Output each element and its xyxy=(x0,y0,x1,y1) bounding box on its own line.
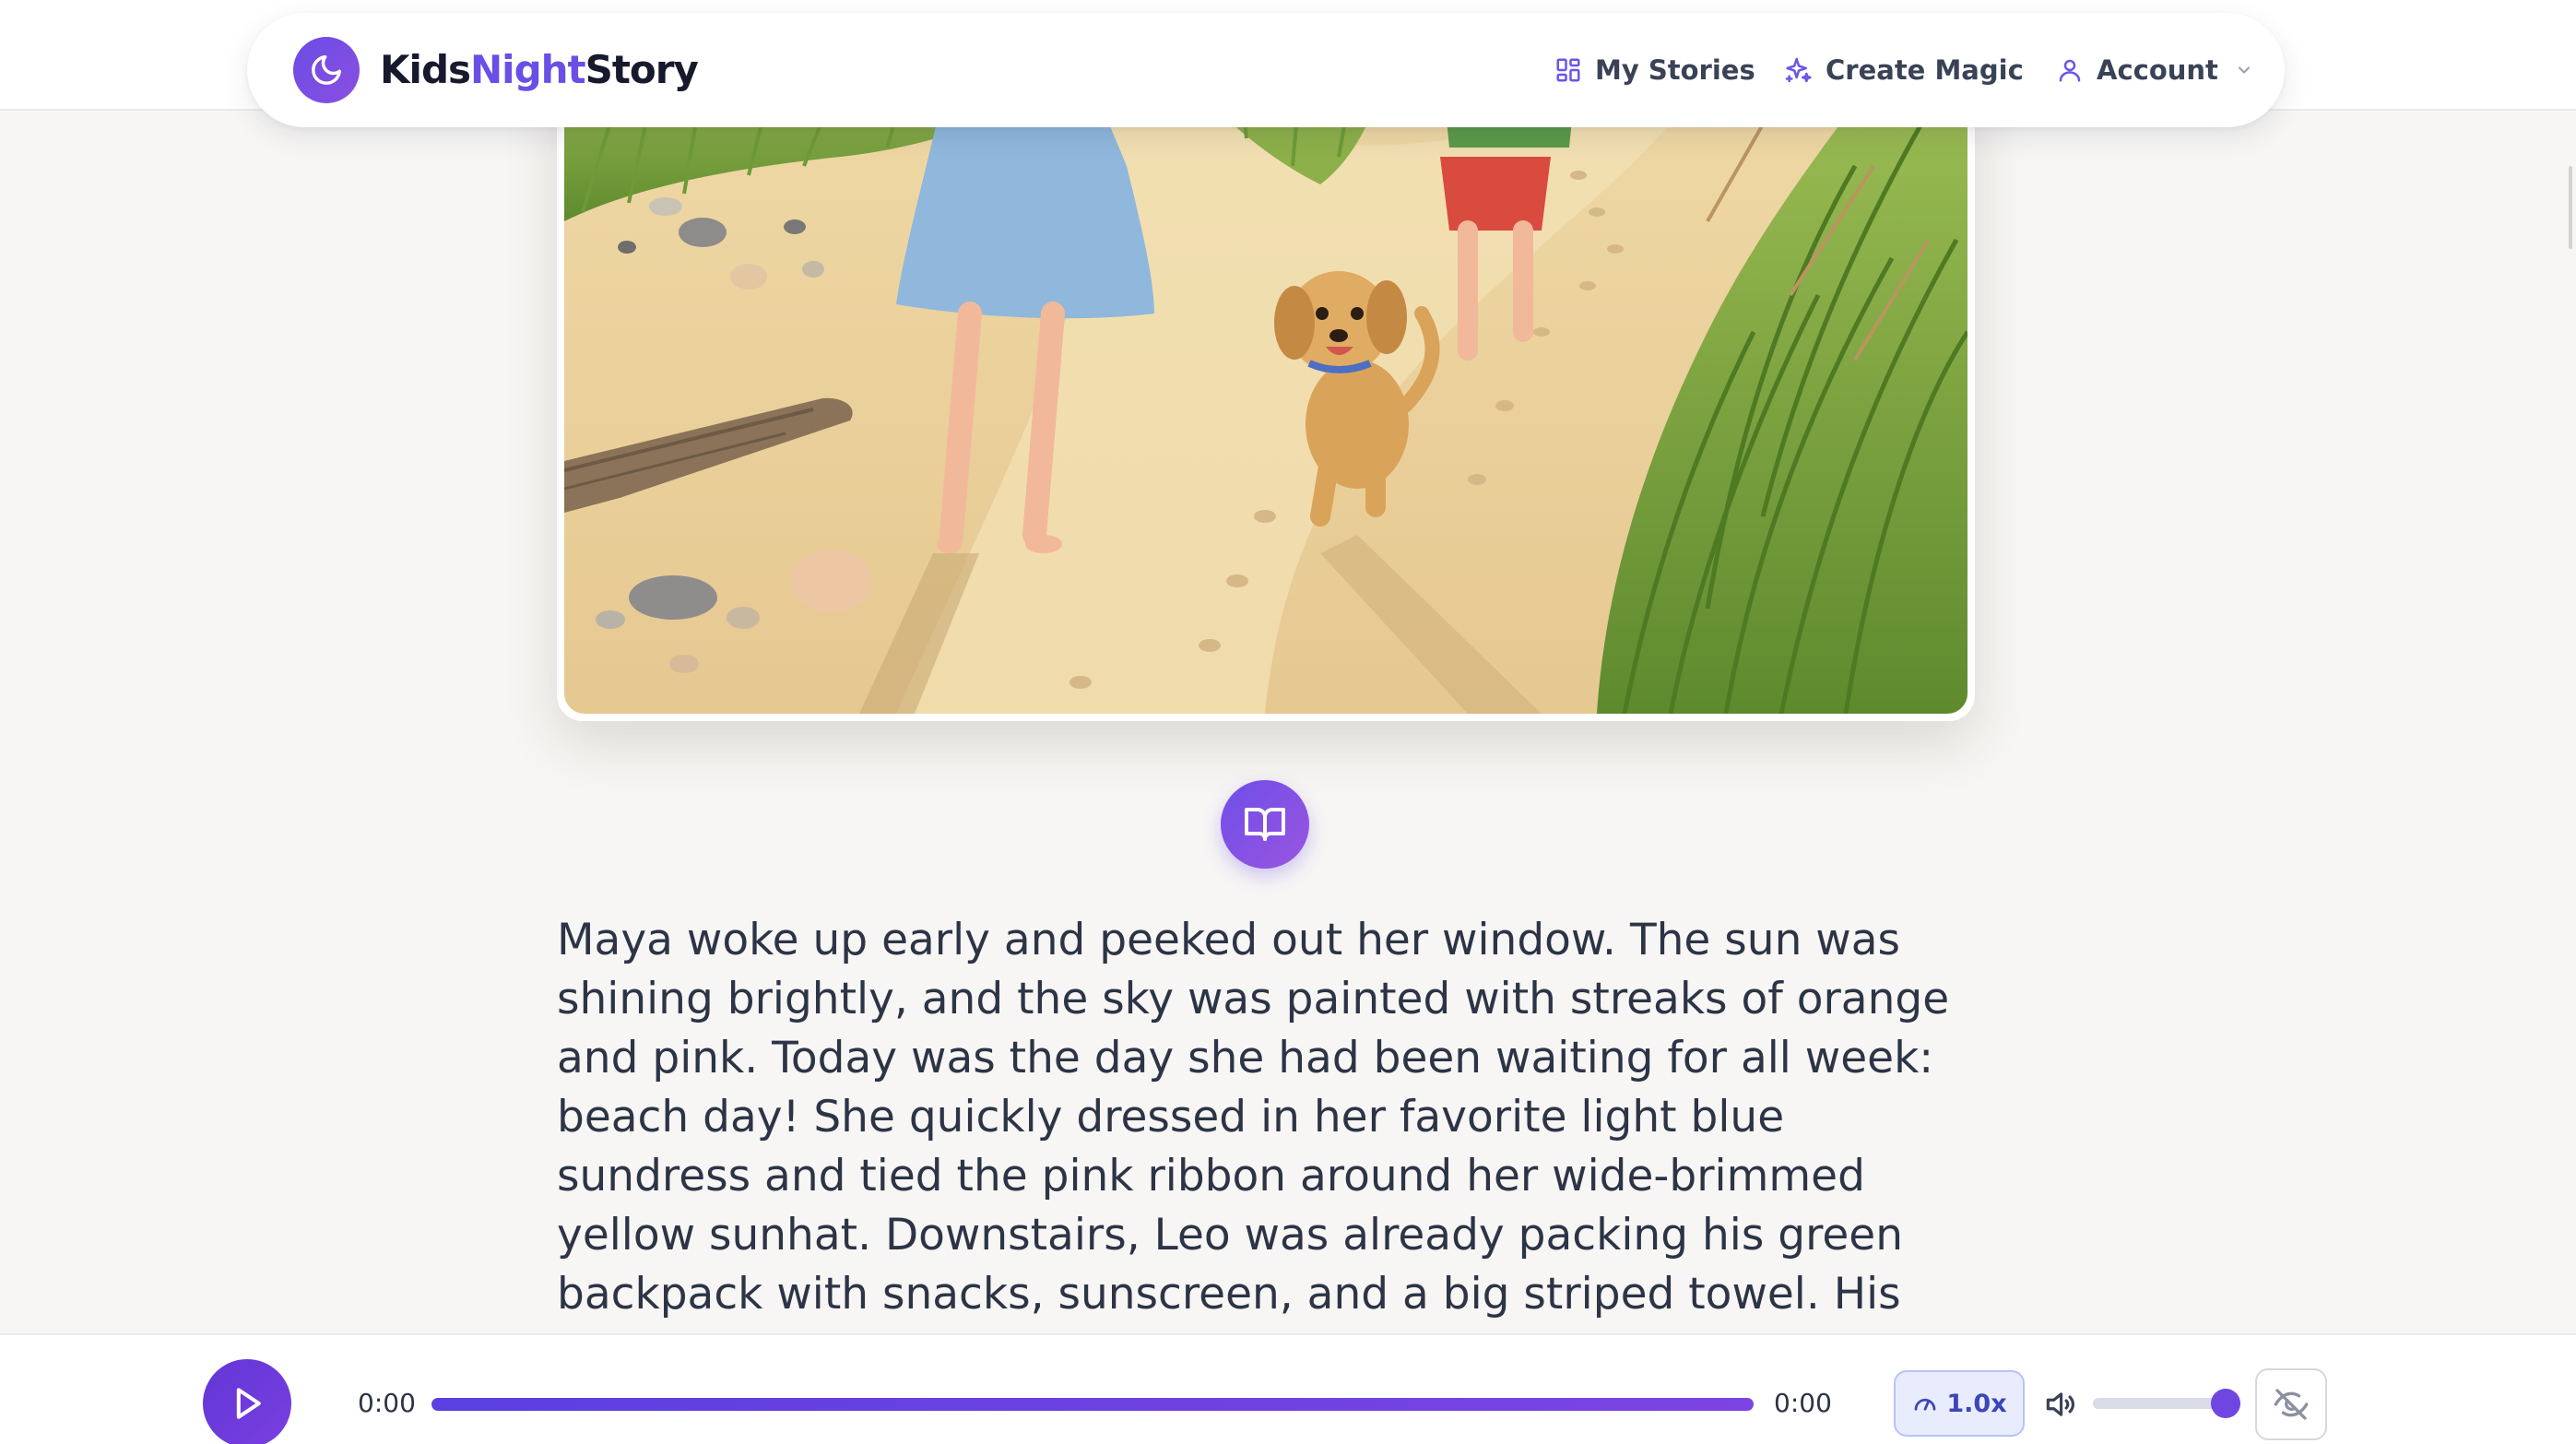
sparkles-icon xyxy=(1785,57,1812,83)
chevron-down-icon xyxy=(2238,66,2250,74)
nav-create-magic[interactable]: Create Magic xyxy=(1783,46,2024,94)
brand-part-night: Night xyxy=(470,47,586,92)
nav-account[interactable]: Account xyxy=(2056,46,2253,94)
read-mode-button[interactable] xyxy=(1221,780,1309,869)
nav-create-magic-label: Create Magic xyxy=(1826,54,2024,86)
audio-player: 0:00 0:00 1.0x xyxy=(0,1333,2576,1444)
nav-account-label: Account xyxy=(2097,54,2218,86)
volume-slider-thumb[interactable] xyxy=(2211,1389,2240,1418)
play-button[interactable] xyxy=(203,1359,291,1444)
gauge-icon xyxy=(1915,1398,1936,1411)
volume-icon[interactable] xyxy=(2041,1387,2078,1422)
story-text: Maya woke up early and peeked out her wi… xyxy=(557,915,1950,1379)
page: KidsNightStory My Stories Create Magic A… xyxy=(0,0,2576,1444)
hide-player-button[interactable] xyxy=(2255,1368,2327,1440)
brand-part-kids: Kids xyxy=(380,47,471,92)
story-illustration xyxy=(564,55,1967,714)
duration-time: 0:00 xyxy=(1774,1388,1832,1418)
current-time: 0:00 xyxy=(358,1388,416,1418)
volume-slider[interactable] xyxy=(2093,1398,2227,1409)
story-illustration-card xyxy=(557,55,1975,721)
volume-fill xyxy=(2093,1398,2227,1409)
eye-off-icon xyxy=(2274,1389,2309,1420)
scrollbar-thumb[interactable] xyxy=(2569,166,2572,249)
user-icon xyxy=(2059,59,2081,82)
playback-speed-label: 1.0x xyxy=(1946,1389,2007,1418)
playback-speed-button[interactable]: 1.0x xyxy=(1894,1370,2025,1437)
play-icon xyxy=(236,1388,261,1419)
navbar: KidsNightStory My Stories Create Magic A… xyxy=(247,13,2285,127)
grid-icon xyxy=(1556,58,1580,82)
book-open-icon xyxy=(1245,808,1285,841)
brand-part-story: Story xyxy=(585,47,699,92)
progress-bar[interactable] xyxy=(431,1398,1754,1411)
logo[interactable] xyxy=(293,37,360,103)
moon-icon xyxy=(312,55,341,85)
nav-my-stories-label: My Stories xyxy=(1595,54,1755,86)
nav-my-stories[interactable]: My Stories xyxy=(1554,46,1755,94)
brand-name[interactable]: KidsNightStory xyxy=(380,43,699,97)
